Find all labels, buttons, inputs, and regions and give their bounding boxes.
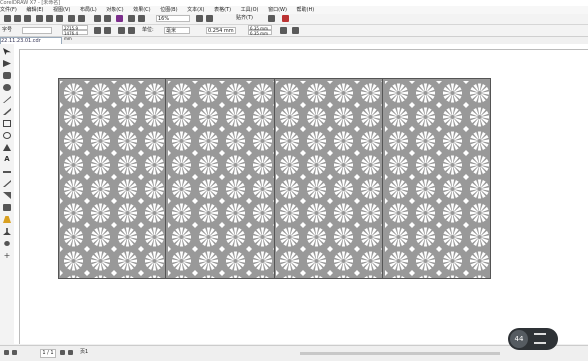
zoom-out-icon[interactable] xyxy=(534,342,546,344)
new-icon[interactable] xyxy=(4,15,11,22)
paste-icon[interactable] xyxy=(56,15,63,22)
font-size-label: 字号 xyxy=(2,27,13,33)
zoom-level-indicator: 44 xyxy=(510,330,528,348)
save-icon[interactable] xyxy=(24,15,31,22)
zoom-in-icon[interactable] xyxy=(534,333,546,335)
toolbox: A + xyxy=(0,44,15,344)
polygon-tool-icon[interactable] xyxy=(3,144,11,151)
current-page-icon[interactable] xyxy=(128,27,135,34)
page-size-dropdown[interactable] xyxy=(22,27,52,34)
prev-page-icon[interactable] xyxy=(12,350,17,355)
design-panel-1[interactable] xyxy=(58,78,166,279)
all-pages-icon[interactable] xyxy=(118,27,125,34)
panel-pattern xyxy=(385,81,490,278)
full-view-icon[interactable] xyxy=(138,15,145,22)
make-units-icon[interactable] xyxy=(280,27,287,34)
property-bar: 字号 2715.9 mm 1476.4 mm 单位: 毫米 0.254 mm 6… xyxy=(0,25,588,41)
artistic-media-icon[interactable] xyxy=(3,108,11,115)
page-counter: 1 / 1 xyxy=(40,349,56,358)
add-tool-icon[interactable]: + xyxy=(3,252,11,260)
fullscreen-icon[interactable] xyxy=(128,15,135,22)
copy-icon[interactable] xyxy=(46,15,53,22)
menu-tools[interactable]: 工具(O) xyxy=(241,7,259,13)
interactive-fill-icon[interactable] xyxy=(3,228,11,235)
last-page-icon[interactable] xyxy=(68,350,73,355)
smart-fill-icon[interactable] xyxy=(4,241,10,246)
options-icon[interactable] xyxy=(268,15,275,22)
rectangle-tool-icon[interactable] xyxy=(3,120,11,127)
app-launcher-icon[interactable] xyxy=(116,15,123,22)
menu-object[interactable]: 对象(C) xyxy=(106,7,123,13)
open-icon[interactable] xyxy=(14,15,21,22)
menu-view[interactable]: 视图(V) xyxy=(53,7,70,13)
units-dropdown[interactable]: 毫米 xyxy=(164,27,190,34)
landscape-icon[interactable] xyxy=(104,27,111,34)
connector-tool-icon[interactable] xyxy=(3,180,11,187)
horizontal-scrollbar[interactable] xyxy=(300,352,500,355)
design-panel-4[interactable] xyxy=(382,78,491,279)
page-height-field[interactable]: 1476.4 mm xyxy=(62,30,88,41)
color-eyedropper-icon[interactable] xyxy=(3,216,11,223)
menu-bar: 文件(F) 编辑(E) 视图(V) 布局(L) 对象(C) 效果(C) 位图(B… xyxy=(0,6,588,14)
panel-pattern xyxy=(60,81,165,278)
nudge-distance-field[interactable]: 0.254 mm xyxy=(206,27,236,34)
menu-text[interactable]: 文本(X) xyxy=(187,7,204,13)
panel-pattern xyxy=(276,81,382,278)
next-page-icon[interactable] xyxy=(60,350,65,355)
undo-icon[interactable] xyxy=(68,15,75,22)
page-tab[interactable]: 页1 xyxy=(80,349,88,356)
first-page-icon[interactable] xyxy=(4,350,9,355)
menu-edit[interactable]: 编辑(E) xyxy=(26,7,43,13)
standard-toolbar: 16% 贴齐(T) xyxy=(0,14,588,25)
cut-icon[interactable] xyxy=(36,15,43,22)
application-launcher-icon[interactable] xyxy=(282,15,289,22)
menu-help[interactable]: 帮助(H) xyxy=(297,7,315,13)
zoom-level-field[interactable]: 16% xyxy=(156,15,190,22)
freehand-tool-icon[interactable] xyxy=(3,96,11,103)
duplicate-distance-y-field[interactable]: 6.35 mm xyxy=(248,30,272,36)
pick-tool-icon[interactable] xyxy=(3,48,11,55)
panel-pattern xyxy=(168,81,274,278)
treat-as-filled-icon[interactable] xyxy=(292,27,299,34)
menu-window[interactable]: 窗口(W) xyxy=(268,7,287,13)
menu-table[interactable]: 表格(T) xyxy=(214,7,231,13)
design-panel-3[interactable] xyxy=(274,78,383,279)
drop-shadow-icon[interactable] xyxy=(3,192,11,199)
zoom-tool-icon[interactable] xyxy=(3,84,11,91)
redo-icon[interactable] xyxy=(78,15,85,22)
text-tool-icon[interactable]: A xyxy=(3,156,11,163)
export-icon[interactable] xyxy=(104,15,111,22)
menu-layout[interactable]: 布局(L) xyxy=(80,7,97,13)
portrait-icon[interactable] xyxy=(94,27,101,34)
zoom-page-icon[interactable] xyxy=(206,15,213,22)
parallel-dimension-icon[interactable] xyxy=(3,171,11,173)
snap-to-label[interactable]: 贴齐(T) xyxy=(236,15,253,22)
shape-tool-icon[interactable] xyxy=(3,60,11,67)
status-bar: 1 / 1 页1 xyxy=(0,345,588,361)
zoom-icon[interactable] xyxy=(196,15,203,22)
crop-tool-icon[interactable] xyxy=(3,72,11,79)
import-icon[interactable] xyxy=(94,15,101,22)
transparency-icon[interactable] xyxy=(3,204,11,211)
units-label: 单位: xyxy=(142,27,154,33)
design-panel-2[interactable] xyxy=(165,78,275,279)
menu-file[interactable]: 文件(F) xyxy=(0,7,17,13)
menu-bitmaps[interactable]: 位图(B) xyxy=(160,7,177,13)
menu-effects[interactable]: 效果(C) xyxy=(133,7,150,13)
zoom-widget[interactable]: 44 xyxy=(508,328,558,350)
ellipse-tool-icon[interactable] xyxy=(3,132,11,139)
